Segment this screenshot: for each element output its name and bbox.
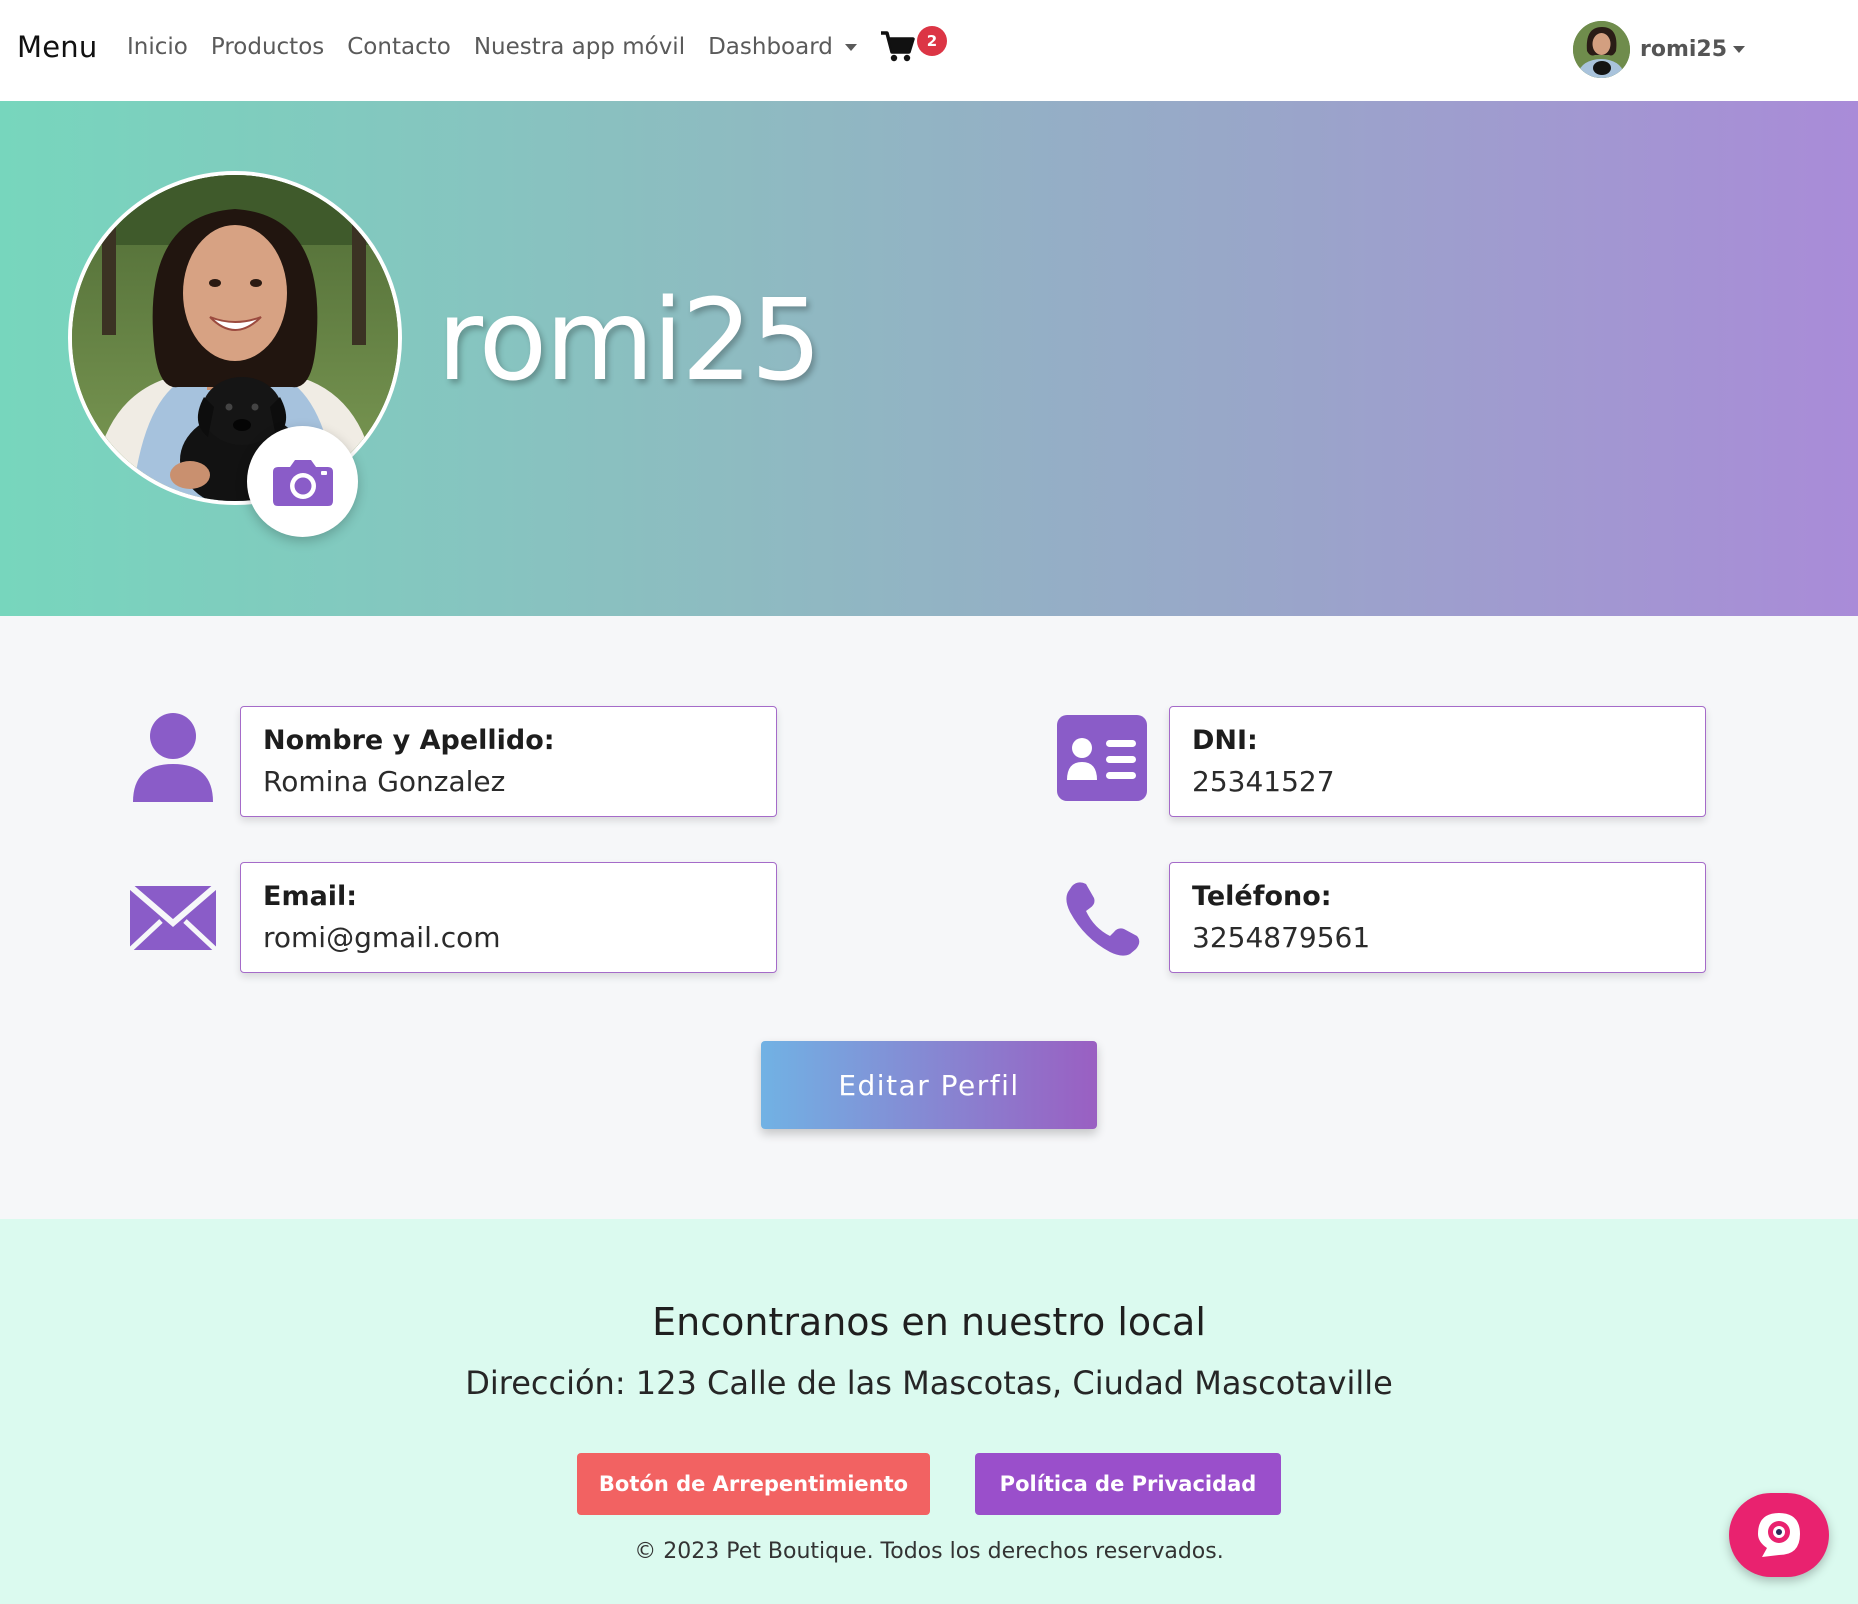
phone-value: 3254879561 xyxy=(1192,921,1371,954)
email-field: Email: romi@gmail.com xyxy=(240,862,777,973)
shopping-cart-icon[interactable] xyxy=(880,30,920,66)
nav-link-dashboard[interactable]: Dashboard xyxy=(708,34,857,60)
footer: Encontranos en nuestro local Dirección: … xyxy=(0,1219,1858,1604)
name-field: Nombre y Apellido: Romina Gonzalez xyxy=(240,706,777,817)
chevron-down-icon xyxy=(1733,46,1746,53)
change-photo-button[interactable] xyxy=(247,426,358,537)
camera-icon xyxy=(272,459,333,506)
copyright-text: © 2023 Pet Boutique. Todos los derechos … xyxy=(634,1539,1224,1564)
id-card-icon xyxy=(1056,712,1148,804)
email-value: romi@gmail.com xyxy=(263,921,501,954)
phone-field: Teléfono: 3254879561 xyxy=(1169,862,1706,973)
email-label: Email: xyxy=(263,881,358,912)
avatar xyxy=(1573,21,1630,78)
edit-profile-button[interactable]: Editar Perfil xyxy=(761,1041,1097,1129)
name-value: Romina Gonzalez xyxy=(263,765,506,798)
user-icon xyxy=(127,712,219,804)
footer-address: Dirección: 123 Calle de las Mascotas, Ci… xyxy=(465,1364,1393,1402)
nav-link-productos[interactable]: Productos xyxy=(211,34,324,60)
phone-icon xyxy=(1056,872,1148,964)
name-label: Nombre y Apellido: xyxy=(263,725,555,756)
user-name: romi25 xyxy=(1640,37,1728,62)
profile-username: romi25 xyxy=(437,276,822,406)
profile-photo xyxy=(68,171,402,505)
user-menu[interactable]: romi25 xyxy=(1573,21,1746,78)
nav-links: Inicio Productos Contacto Nuestra app mó… xyxy=(127,34,880,60)
profile-hero: romi25 xyxy=(0,101,1858,616)
chevron-down-icon xyxy=(844,44,857,51)
nav-link-app-movil[interactable]: Nuestra app móvil xyxy=(474,34,685,60)
chat-widget-button[interactable] xyxy=(1729,1493,1829,1577)
footer-title: Encontranos en nuestro local xyxy=(652,1300,1206,1344)
dashboard-label: Dashboard xyxy=(708,34,833,60)
cart-count-badge: 2 xyxy=(917,26,947,56)
nav-link-contacto[interactable]: Contacto xyxy=(347,34,451,60)
envelope-icon xyxy=(127,872,219,964)
phone-label: Teléfono: xyxy=(1192,881,1332,912)
regret-button[interactable]: Botón de Arrepentimiento xyxy=(577,1453,930,1515)
nav-link-inicio[interactable]: Inicio xyxy=(127,34,188,60)
menu-brand[interactable]: Menu xyxy=(17,30,97,64)
top-navbar: Menu Inicio Productos Contacto Nuestra a… xyxy=(0,0,1858,101)
dni-field: DNI: 25341527 xyxy=(1169,706,1706,817)
chat-bubble-icon xyxy=(1758,1513,1800,1557)
dni-label: DNI: xyxy=(1192,725,1258,756)
dni-value: 25341527 xyxy=(1192,765,1335,798)
privacy-policy-button[interactable]: Política de Privacidad xyxy=(975,1453,1281,1515)
